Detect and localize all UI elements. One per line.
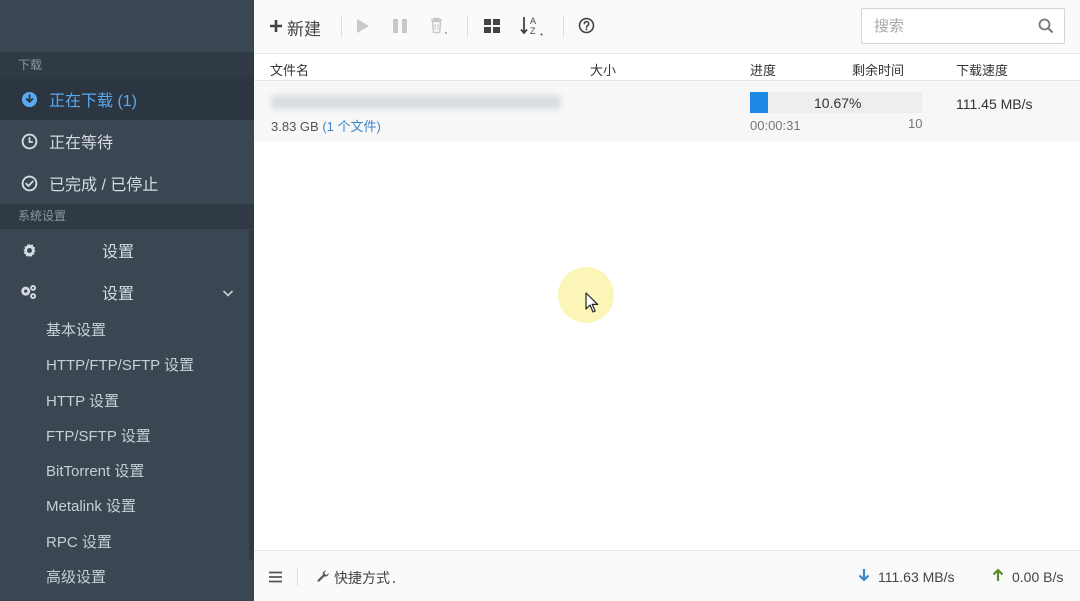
sidebar-subitem-metalink[interactable]: Metalink 设置 [0,489,254,524]
gear-icon [20,241,38,259]
file-name-blurred [271,95,561,109]
progress-percent: 10.67% [814,95,862,111]
sidebar-item-label: 已完成 / 已停止 [49,177,159,194]
column-header-size[interactable]: 大小 [590,60,616,79]
sidebar: 下载 正在下载 (1) 正在等待 已完成 / 已停止 系统设置 设置 设置 基本… [0,0,254,601]
elapsed-time: 00:00:31 [750,118,801,133]
status-divider [297,568,298,586]
file-size: 3.83 GB (1 个文件) [271,116,381,135]
sidebar-subitem-basic[interactable]: 基本设置 [0,313,254,348]
shortcut-label: 快捷方式 [334,570,390,586]
pause-icon [392,18,408,37]
sidebar-subitem-advanced[interactable]: 高级设置 [0,560,254,595]
sidebar-item-settings[interactable]: 设置 [0,229,254,271]
global-download-speed: 111.63 MB/s [850,568,955,585]
toolbar-divider [467,15,468,37]
svg-text:Z: Z [530,26,536,36]
clock-icon [20,132,38,150]
play-icon [356,18,370,37]
search-box [861,8,1065,44]
progress-bar-fill [750,92,769,113]
main-panel: 新建 AZ 搜索 文件名 大小 进度 剩余时间 下载速度 3.83 GB (1 … [254,0,1080,601]
arrow-down-icon [858,568,870,585]
sidebar-item-waiting[interactable]: 正在等待 [0,120,254,162]
global-upload-speed: 0.00 B/s [984,568,1063,585]
sidebar-subitem-bittorrent[interactable]: BitTorrent 设置 [0,454,254,489]
sort-button[interactable]: AZ [520,14,544,40]
sidebar-subitem-http[interactable]: HTTP 设置 [0,384,254,419]
column-header-remaining[interactable]: 剩余时间 [852,60,904,79]
download-speed: 111.45 MB/s [956,96,1033,112]
toolbar: 新建 AZ [254,0,1080,54]
sidebar-subitem-http-ftp-sftp[interactable]: HTTP/FTP/SFTP 设置 [0,348,254,383]
sidebar-brand [0,0,254,53]
sidebar-item-label: 正在下载 (1) [49,93,138,110]
sidebar-item-downloading[interactable]: 正在下载 (1) [0,78,254,120]
toolbar-divider [341,15,342,37]
arrow-up-icon [992,568,1004,585]
download-circle-icon [20,90,38,108]
connection-count: 10 [908,116,923,131]
mouse-cursor-icon [585,292,599,317]
new-task-label: 新建 [287,19,321,39]
question-circle-icon [578,17,595,37]
check-circle-icon [20,174,38,192]
caret-dot-icon [392,570,396,587]
start-button[interactable] [356,14,370,40]
column-header-name[interactable]: 文件名 [270,60,309,79]
select-all-button[interactable] [483,14,501,40]
column-header-progress[interactable]: 进度 [750,60,776,79]
toolbar-divider [563,15,564,37]
file-count-link[interactable]: (1 个文件) [322,119,381,134]
sidebar-item-settings-expand[interactable]: 设置 [0,271,254,313]
sort-az-icon: AZ [520,15,544,40]
help-button[interactable] [578,14,595,40]
status-bar: 快捷方式 111.63 MB/s 0.00 B/s [254,550,1080,601]
new-task-button[interactable]: 新建 [269,14,321,40]
shortcut-menu-button[interactable]: 快捷方式 [313,568,396,588]
table-row[interactable]: 3.83 GB (1 个文件) 10.67% 00:00:31 10 111.4… [254,82,1080,142]
sidebar-subitem-ftp-sftp[interactable]: FTP/SFTP 设置 [0,419,254,454]
column-header-speed[interactable]: 下载速度 [956,60,1008,79]
chevron-down-icon [222,286,234,298]
sidebar-item-label: 设置 [102,286,135,303]
sidebar-item-label: 设置 [102,244,135,261]
grid-icon [483,18,501,37]
menu-icon[interactable] [269,570,282,586]
section-header-download: 下载 [0,53,254,78]
search-icon[interactable] [1038,18,1054,37]
upload-speed-value: 0.00 B/s [1012,568,1064,585]
trash-icon [429,17,449,38]
wrench-icon [317,570,330,586]
sidebar-item-label: 正在等待 [49,135,114,152]
svg-text:A: A [530,16,536,26]
download-speed-value: 111.63 MB/s [878,568,955,585]
sidebar-subitem-rpc[interactable]: RPC 设置 [0,525,254,560]
file-size-value: 3.83 GB [271,119,319,134]
delete-button[interactable] [429,14,449,40]
table-header: 文件名 大小 进度 剩余时间 下载速度 [254,55,1080,81]
gears-icon [20,283,38,301]
search-input[interactable] [862,9,1032,43]
pause-button[interactable] [392,14,408,40]
section-header-settings: 系统设置 [0,204,254,229]
plus-icon [269,19,283,36]
sidebar-item-stopped[interactable]: 已完成 / 已停止 [0,162,254,204]
